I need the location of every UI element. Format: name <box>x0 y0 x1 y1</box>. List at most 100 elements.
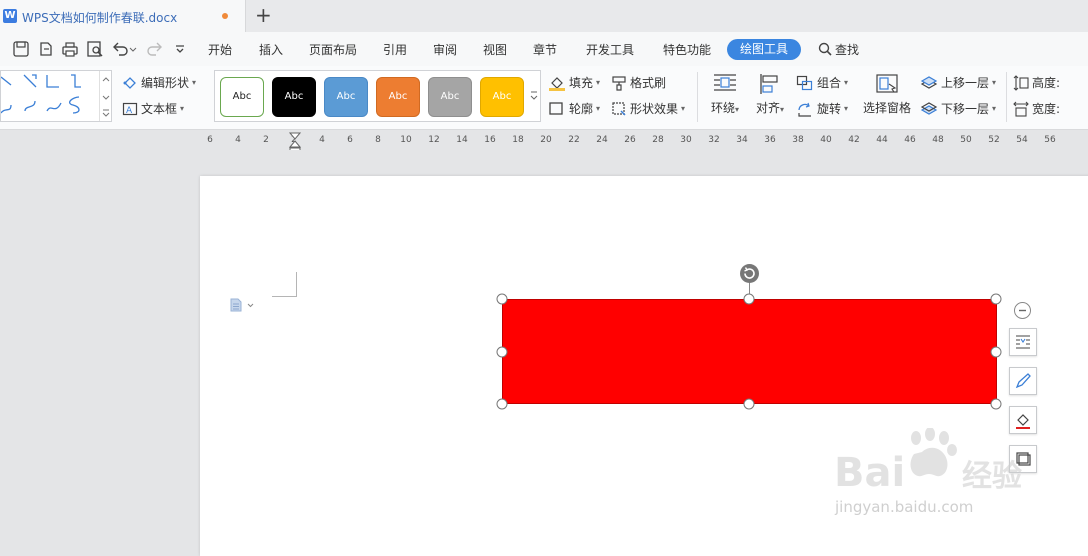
menu-special-features[interactable]: 特色功能 <box>663 41 711 58</box>
edit-shape-button[interactable]: 编辑形状 ▾ <box>122 74 196 91</box>
outline-button[interactable]: 轮廓 ▾ <box>548 100 600 117</box>
text-wrap-icon <box>714 74 736 91</box>
shape-style-preset[interactable]: Abc <box>480 77 524 117</box>
export-pdf-icon[interactable] <box>37 40 55 58</box>
format-painter-icon <box>612 75 626 91</box>
resize-handle-left[interactable] <box>496 346 508 358</box>
watermark-url: jingyan.baidu.com <box>835 498 974 516</box>
baidu-jingyan-watermark-logo: Bai 经验 <box>834 428 1022 496</box>
line-shapes-icon[interactable] <box>1 71 99 121</box>
align-icon <box>760 74 778 94</box>
redo-icon[interactable] <box>146 40 164 58</box>
collapse-toolbar-icon[interactable] <box>1014 302 1031 319</box>
menu-developer-tools[interactable]: 开发工具 <box>586 41 634 58</box>
ruler-tick-label: 24 <box>596 135 608 145</box>
tab-bar: W WPS文档如何制作春联.docx + <box>0 0 1088 32</box>
align-label: 对齐 <box>755 101 780 115</box>
gallery-scroll[interactable] <box>99 71 111 121</box>
shape-outline-quick-button[interactable] <box>1009 367 1037 395</box>
format-painter-button[interactable]: 格式刷 <box>611 74 666 91</box>
layout-options-button[interactable] <box>1009 328 1037 356</box>
fill-button[interactable]: 填充 ▾ <box>548 74 600 91</box>
resize-handle-top[interactable] <box>743 293 755 305</box>
ruler-tick-label: 10 <box>400 135 412 145</box>
gallery-arrows-icon <box>102 77 110 117</box>
customize-quick-access-icon[interactable] <box>171 40 189 58</box>
resize-handle-top-left[interactable] <box>496 293 508 305</box>
resize-handle-bottom[interactable] <box>743 398 755 410</box>
horizontal-ruler[interactable]: 6 4 2 2 4 6 8 10 12 14 16 18 20 22 24 26 28 30 32 34 36 38 40 4… <box>0 130 1088 150</box>
bring-forward-button[interactable]: 上移一层 ▾ <box>920 74 996 91</box>
menu-review[interactable]: 审阅 <box>433 41 457 58</box>
ruler-tick-label: 48 <box>932 135 944 145</box>
wrap-button[interactable]: 环绕▾ <box>706 72 744 116</box>
shape-effects-icon <box>612 101 626 116</box>
ruler-tick-label: 4 <box>319 135 325 145</box>
new-tab-button[interactable]: + <box>255 4 272 26</box>
ruler-tick-label: 16 <box>484 135 496 145</box>
shape-effects-button[interactable]: 形状效果 ▾ <box>611 100 685 117</box>
ruler-tick-label: 2 <box>263 135 269 145</box>
format-painter-label: 格式刷 <box>630 76 667 90</box>
save-icon[interactable] <box>12 40 30 58</box>
ruler-tick-label: 28 <box>652 135 664 145</box>
paragraph-layout-icon[interactable] <box>229 298 255 312</box>
menu-home[interactable]: 开始 <box>208 41 232 58</box>
shape-style-preset[interactable]: Abc <box>428 77 472 117</box>
search-icon[interactable] <box>818 42 832 56</box>
rotate-handle-icon[interactable] <box>740 264 759 283</box>
ribbon-separator <box>1006 72 1007 122</box>
bring-forward-icon <box>920 75 938 89</box>
ruler-tick-label: 26 <box>624 135 636 145</box>
undo-icon[interactable] <box>111 40 137 58</box>
fill-label: 填充 <box>569 76 594 90</box>
document-tab[interactable]: W WPS文档如何制作春联.docx <box>0 0 246 32</box>
group-button[interactable]: 组合 ▾ <box>796 74 848 91</box>
shape-style-preset[interactable]: Abc <box>272 77 316 117</box>
menu-page-layout[interactable]: 页面布局 <box>309 41 357 58</box>
ruler-tick-label: 20 <box>540 135 552 145</box>
menu-view[interactable]: 视图 <box>483 41 507 58</box>
selection-pane-button[interactable]: 选择窗格 <box>861 72 913 116</box>
shape-gallery[interactable] <box>0 70 112 122</box>
menu-drawing-tools[interactable]: 绘图工具 <box>727 39 801 60</box>
ruler-tick-label: 30 <box>680 135 692 145</box>
height-icon <box>1013 74 1029 91</box>
send-backward-label: 下移一层 <box>941 102 990 116</box>
shape-style-preset[interactable]: Abc <box>324 77 368 117</box>
style-gallery-more-icon[interactable] <box>529 89 539 103</box>
print-icon[interactable] <box>61 40 79 58</box>
text-box-button[interactable]: A 文本框 ▾ <box>122 100 184 117</box>
ruler-tick-label: 14 <box>456 135 468 145</box>
align-button[interactable]: 对齐▾ <box>751 72 789 116</box>
menu-references[interactable]: 引用 <box>383 41 407 58</box>
shape-effects-label: 形状效果 <box>630 102 679 116</box>
search-label[interactable]: 查找 <box>835 41 859 58</box>
resize-handle-bottom-left[interactable] <box>496 398 508 410</box>
menu-chapter[interactable]: 章节 <box>533 41 557 58</box>
svg-text:A: A <box>126 106 133 116</box>
shape-style-preset[interactable]: Abc <box>376 77 420 117</box>
menu-insert[interactable]: 插入 <box>259 41 283 58</box>
rotate-label: 旋转 <box>817 102 842 116</box>
rotate-icon <box>798 102 811 117</box>
resize-handle-bottom-right[interactable] <box>990 398 1002 410</box>
height-label: 高度: <box>1032 76 1061 90</box>
shape-style-preset[interactable]: Abc <box>220 77 264 117</box>
resize-handle-top-right[interactable] <box>990 293 1002 305</box>
group-label: 组合 <box>817 76 842 90</box>
ruler-tick-label: 12 <box>428 135 440 145</box>
ruler-tick-label: 52 <box>988 135 1000 145</box>
resize-handle-right[interactable] <box>990 346 1002 358</box>
send-backward-icon <box>920 101 938 115</box>
selection-pane-label: 选择窗格 <box>862 101 911 115</box>
edit-shape-label: 编辑形状 <box>141 76 190 90</box>
ribbon-separator <box>697 72 698 122</box>
rotate-button[interactable]: 旋转 ▾ <box>796 100 848 117</box>
print-preview-icon[interactable] <box>86 40 104 58</box>
send-backward-button[interactable]: 下移一层 ▾ <box>920 100 996 117</box>
ruler-tick-label: 50 <box>960 135 972 145</box>
svg-text:经验: 经验 <box>962 459 1022 494</box>
red-rectangle-shape[interactable] <box>502 299 997 404</box>
ruler-tick-label: 36 <box>764 135 776 145</box>
